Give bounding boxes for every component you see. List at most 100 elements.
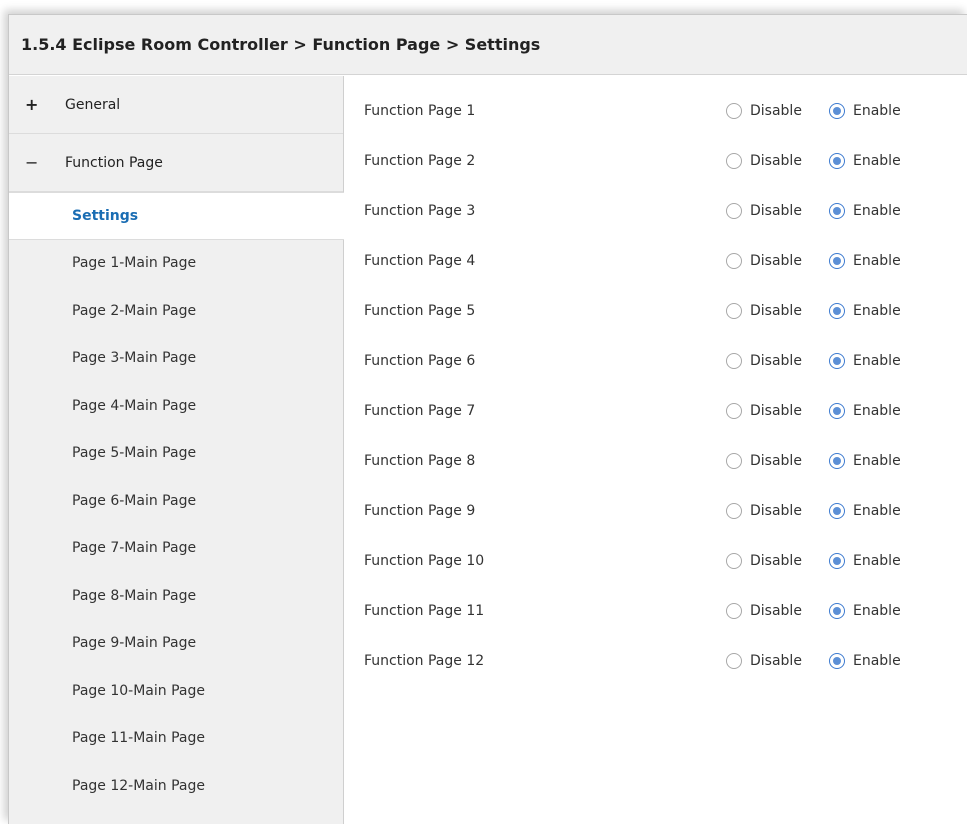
radio-circle-icon[interactable] <box>726 453 742 469</box>
sidebar-item-page-12-main-page[interactable]: Page 12-Main Page <box>9 762 343 810</box>
disable-radio[interactable]: Disable <box>726 203 802 219</box>
disable-option-label: Disable <box>750 353 802 369</box>
expand-plus-icon[interactable]: + <box>25 95 65 114</box>
sidebar-item-settings[interactable]: Settings <box>9 192 345 240</box>
radio-circle-icon[interactable] <box>726 653 742 669</box>
setting-row: Function Page 7 Disable Enable <box>344 386 967 436</box>
radio-circle-icon[interactable] <box>829 153 845 169</box>
enable-option-label: Enable <box>853 153 901 169</box>
sidebar-group-function-page[interactable]: − Function Page <box>9 134 343 192</box>
breadcrumb-title: 1.5.4 Eclipse Room Controller > Function… <box>9 15 967 75</box>
disable-radio[interactable]: Disable <box>726 403 802 419</box>
setting-row: Function Page 12 Disable Enable <box>344 636 967 686</box>
enable-radio[interactable]: Enable <box>829 653 901 669</box>
setting-row: Function Page 10 Disable Enable <box>344 536 967 586</box>
disable-radio[interactable]: Disable <box>726 653 802 669</box>
enable-option-label: Enable <box>853 503 901 519</box>
sidebar-item-page-9-main-page[interactable]: Page 9-Main Page <box>9 620 343 668</box>
radio-circle-icon[interactable] <box>726 403 742 419</box>
enable-radio[interactable]: Enable <box>829 253 901 269</box>
radio-circle-icon[interactable] <box>726 253 742 269</box>
enable-radio[interactable]: Enable <box>829 153 901 169</box>
setting-row: Function Page 11 Disable Enable <box>344 586 967 636</box>
radio-circle-icon[interactable] <box>829 203 845 219</box>
sidebar-item-page-7-main-page[interactable]: Page 7-Main Page <box>9 525 343 573</box>
setting-label: Function Page 2 <box>364 153 476 169</box>
setting-label: Function Page 8 <box>364 453 476 469</box>
sidebar-item-page-3-main-page[interactable]: Page 3-Main Page <box>9 335 343 383</box>
enable-option-label: Enable <box>853 403 901 419</box>
sidebar-item-list: Settings Page 1-Main Page Page 2-Main Page… <box>9 192 345 810</box>
disable-option-label: Disable <box>750 553 802 569</box>
setting-row: Function Page 9 Disable Enable <box>344 486 967 536</box>
disable-radio[interactable]: Disable <box>726 603 802 619</box>
radio-circle-icon[interactable] <box>829 103 845 119</box>
enable-radio[interactable]: Enable <box>829 203 901 219</box>
disable-radio[interactable]: Disable <box>726 453 802 469</box>
enable-radio[interactable]: Enable <box>829 403 901 419</box>
setting-row: Function Page 1 Disable Enable <box>344 86 967 136</box>
setting-row: Function Page 8 Disable Enable <box>344 436 967 486</box>
enable-option-label: Enable <box>853 103 901 119</box>
sidebar-item-page-10-main-page[interactable]: Page 10-Main Page <box>9 667 343 715</box>
radio-circle-icon[interactable] <box>726 553 742 569</box>
disable-option-label: Disable <box>750 453 802 469</box>
disable-radio[interactable]: Disable <box>726 553 802 569</box>
radio-circle-icon[interactable] <box>829 353 845 369</box>
enable-radio[interactable]: Enable <box>829 453 901 469</box>
settings-panel: Function Page 1 Disable Enable Function Pag… <box>344 76 967 824</box>
disable-radio[interactable]: Disable <box>726 103 802 119</box>
radio-circle-icon[interactable] <box>829 303 845 319</box>
enable-radio[interactable]: Enable <box>829 503 901 519</box>
enable-option-label: Enable <box>853 203 901 219</box>
enable-radio[interactable]: Enable <box>829 303 901 319</box>
radio-circle-icon[interactable] <box>726 103 742 119</box>
radio-circle-icon[interactable] <box>726 603 742 619</box>
sidebar: + General − Function Page Settings Page 1… <box>9 76 345 824</box>
enable-option-label: Enable <box>853 653 901 669</box>
setting-row: Function Page 4 Disable Enable <box>344 236 967 286</box>
disable-radio[interactable]: Disable <box>726 303 802 319</box>
setting-label: Function Page 10 <box>364 553 485 569</box>
disable-option-label: Disable <box>750 103 802 119</box>
enable-radio[interactable]: Enable <box>829 353 901 369</box>
radio-circle-icon[interactable] <box>829 253 845 269</box>
enable-option-label: Enable <box>853 553 901 569</box>
sidebar-item-page-2-main-page[interactable]: Page 2-Main Page <box>9 287 343 335</box>
setting-label: Function Page 4 <box>364 253 476 269</box>
radio-circle-icon[interactable] <box>829 603 845 619</box>
radio-circle-icon[interactable] <box>829 503 845 519</box>
radio-circle-icon[interactable] <box>726 303 742 319</box>
radio-circle-icon[interactable] <box>726 503 742 519</box>
radio-circle-icon[interactable] <box>829 403 845 419</box>
radio-circle-icon[interactable] <box>726 203 742 219</box>
sidebar-group-label: General <box>65 96 121 113</box>
enable-radio[interactable]: Enable <box>829 103 901 119</box>
radio-circle-icon[interactable] <box>829 653 845 669</box>
collapse-minus-icon[interactable]: − <box>25 153 65 172</box>
radio-circle-icon[interactable] <box>829 453 845 469</box>
enable-radio[interactable]: Enable <box>829 603 901 619</box>
radio-circle-icon[interactable] <box>726 153 742 169</box>
sidebar-item-page-1-main-page[interactable]: Page 1-Main Page <box>9 240 343 288</box>
radio-circle-icon[interactable] <box>829 553 845 569</box>
setting-row: Function Page 3 Disable Enable <box>344 186 967 236</box>
enable-radio[interactable]: Enable <box>829 553 901 569</box>
disable-radio[interactable]: Disable <box>726 153 802 169</box>
sidebar-item-page-5-main-page[interactable]: Page 5-Main Page <box>9 430 343 478</box>
setting-label: Function Page 6 <box>364 353 476 369</box>
sidebar-item-page-4-main-page[interactable]: Page 4-Main Page <box>9 382 343 430</box>
radio-circle-icon[interactable] <box>726 353 742 369</box>
sidebar-group-general[interactable]: + General <box>9 76 343 134</box>
disable-radio[interactable]: Disable <box>726 503 802 519</box>
disable-option-label: Disable <box>750 203 802 219</box>
disable-radio[interactable]: Disable <box>726 253 802 269</box>
disable-radio[interactable]: Disable <box>726 353 802 369</box>
setting-label: Function Page 1 <box>364 103 476 119</box>
sidebar-item-page-11-main-page[interactable]: Page 11-Main Page <box>9 715 343 763</box>
sidebar-item-page-6-main-page[interactable]: Page 6-Main Page <box>9 477 343 525</box>
enable-option-label: Enable <box>853 453 901 469</box>
enable-option-label: Enable <box>853 353 901 369</box>
sidebar-item-page-8-main-page[interactable]: Page 8-Main Page <box>9 572 343 620</box>
disable-option-label: Disable <box>750 403 802 419</box>
